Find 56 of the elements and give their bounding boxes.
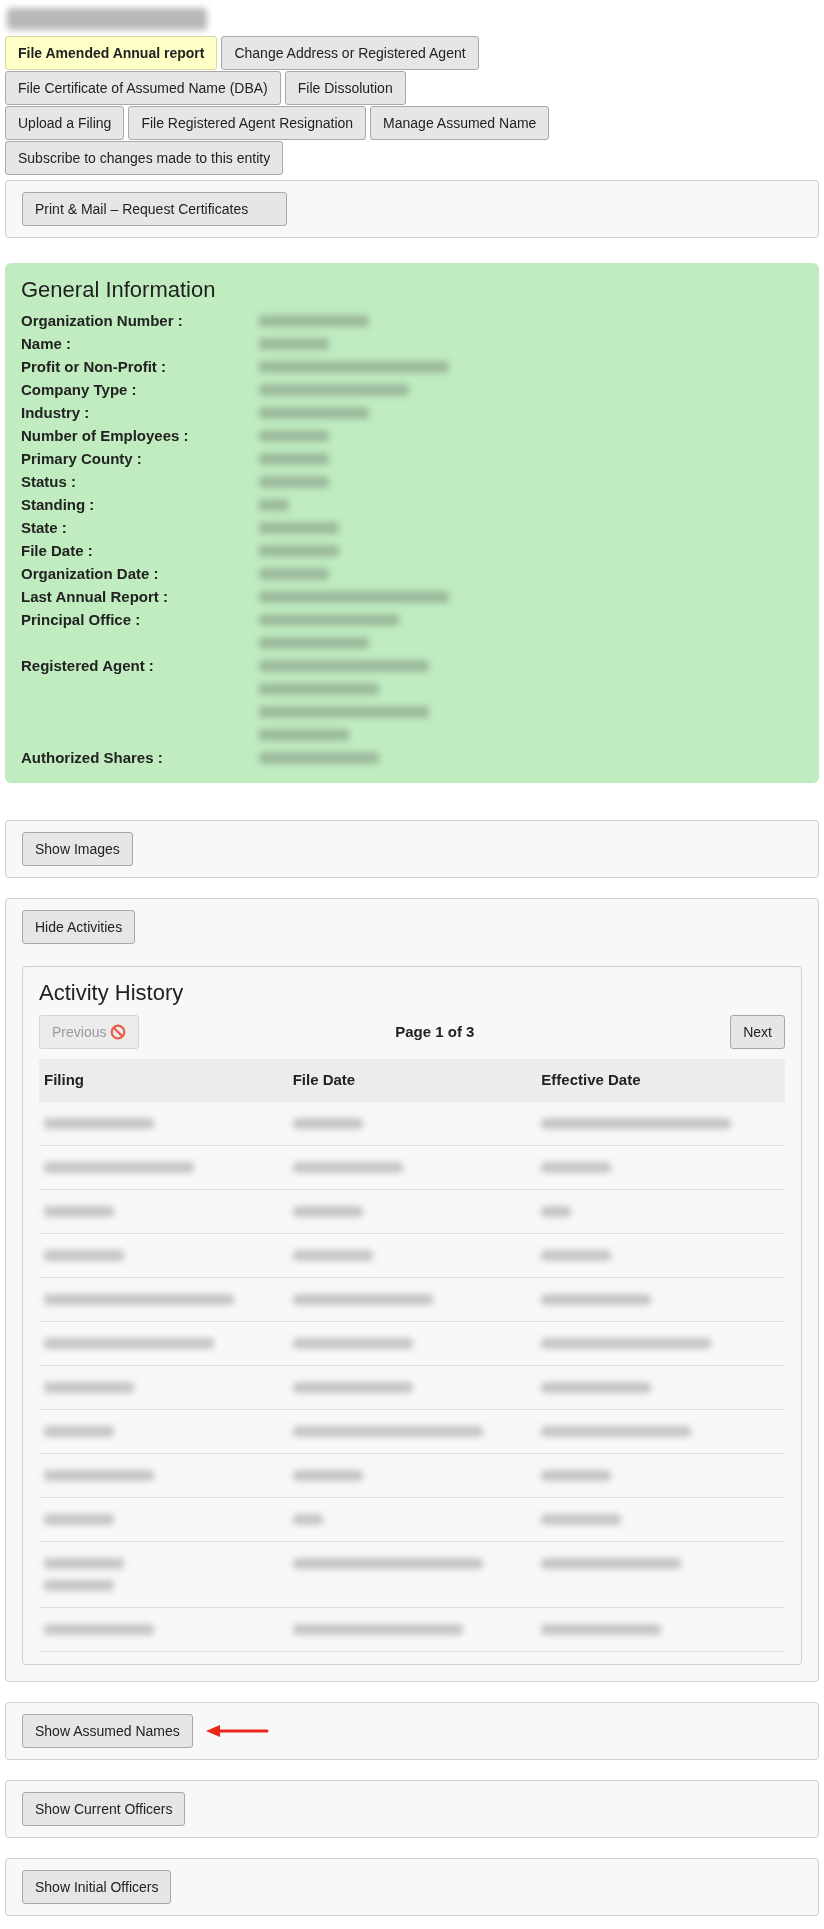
action-button[interactable]: Manage Assumed Name	[370, 106, 550, 140]
action-button[interactable]: Upload a Filing	[5, 106, 125, 140]
action-button[interactable]: File Registered Agent Resignation	[128, 106, 367, 140]
field-label: Registered Agent :	[21, 657, 154, 674]
show-assumed-names-button[interactable]: Show Assumed Names	[22, 1714, 193, 1748]
redacted-text	[259, 567, 329, 580]
show-initial-officers-button[interactable]: Show Initial Officers	[22, 1870, 172, 1904]
redacted-text	[292, 1514, 323, 1525]
column-header: File Date	[287, 1059, 537, 1102]
action-button[interactable]: File Certificate of Assumed Name (DBA)	[5, 71, 281, 105]
redacted-text	[541, 1162, 612, 1173]
field-label: File Date :	[21, 542, 93, 559]
field-label: Standing :	[21, 496, 95, 513]
column-header: Effective Date	[536, 1059, 785, 1102]
hide-activities-button[interactable]: Hide Activities	[22, 910, 136, 944]
redacted-text	[541, 1250, 612, 1261]
card-title: General Information	[21, 277, 217, 303]
action-button[interactable]: Change Address or Registered Agent	[221, 36, 479, 70]
show-current-officers-button[interactable]: Show Current Officers	[22, 1792, 186, 1826]
redacted-text	[292, 1206, 363, 1217]
show-images-button[interactable]: Show Images	[22, 832, 133, 866]
field-label: Organization Number :	[21, 312, 183, 329]
action-button[interactable]: File Amended Annual report	[5, 36, 218, 70]
redacted-text	[259, 475, 329, 488]
field-label: Organization Date :	[21, 565, 159, 582]
field-label: Status :	[21, 473, 76, 490]
field-label: Profit or Non-Profit :	[21, 358, 166, 375]
action-button[interactable]: File Dissolution	[284, 71, 406, 105]
redacted-text	[259, 337, 329, 350]
field-label: Company Type :	[21, 381, 137, 398]
redacted-text	[44, 1426, 114, 1437]
field-label: Last Annual Report :	[21, 588, 168, 605]
field-label: Name :	[21, 335, 72, 352]
page-indicator: Page 1 of 3	[395, 1021, 475, 1042]
prohibited-icon	[110, 1024, 127, 1040]
redacted-text	[259, 498, 289, 511]
redacted-text	[259, 452, 329, 465]
action-button[interactable]: Subscribe to changes made to this entity	[5, 141, 284, 175]
redacted-text	[541, 1206, 572, 1217]
redacted-text	[292, 1118, 363, 1129]
field-label: Industry :	[21, 404, 90, 421]
redacted-text	[44, 1580, 114, 1591]
redacted-text	[44, 1514, 114, 1525]
redacted-text	[259, 429, 329, 442]
field-label: Primary County :	[21, 450, 142, 467]
field-label: Principal Office :	[21, 611, 141, 628]
column-header: Filing	[39, 1059, 288, 1102]
field-label: Number of Employees :	[21, 427, 189, 444]
field-label: Authorized Shares :	[21, 749, 163, 766]
redacted-text	[44, 1206, 114, 1217]
field-label: State :	[21, 519, 67, 536]
card-title: Activity History	[39, 979, 185, 1007]
redacted-text	[541, 1470, 612, 1481]
next-button[interactable]: Next	[730, 1015, 785, 1049]
redacted-text	[292, 1470, 363, 1481]
print-button[interactable]: Print & Mail – Request Certificates	[22, 192, 288, 226]
